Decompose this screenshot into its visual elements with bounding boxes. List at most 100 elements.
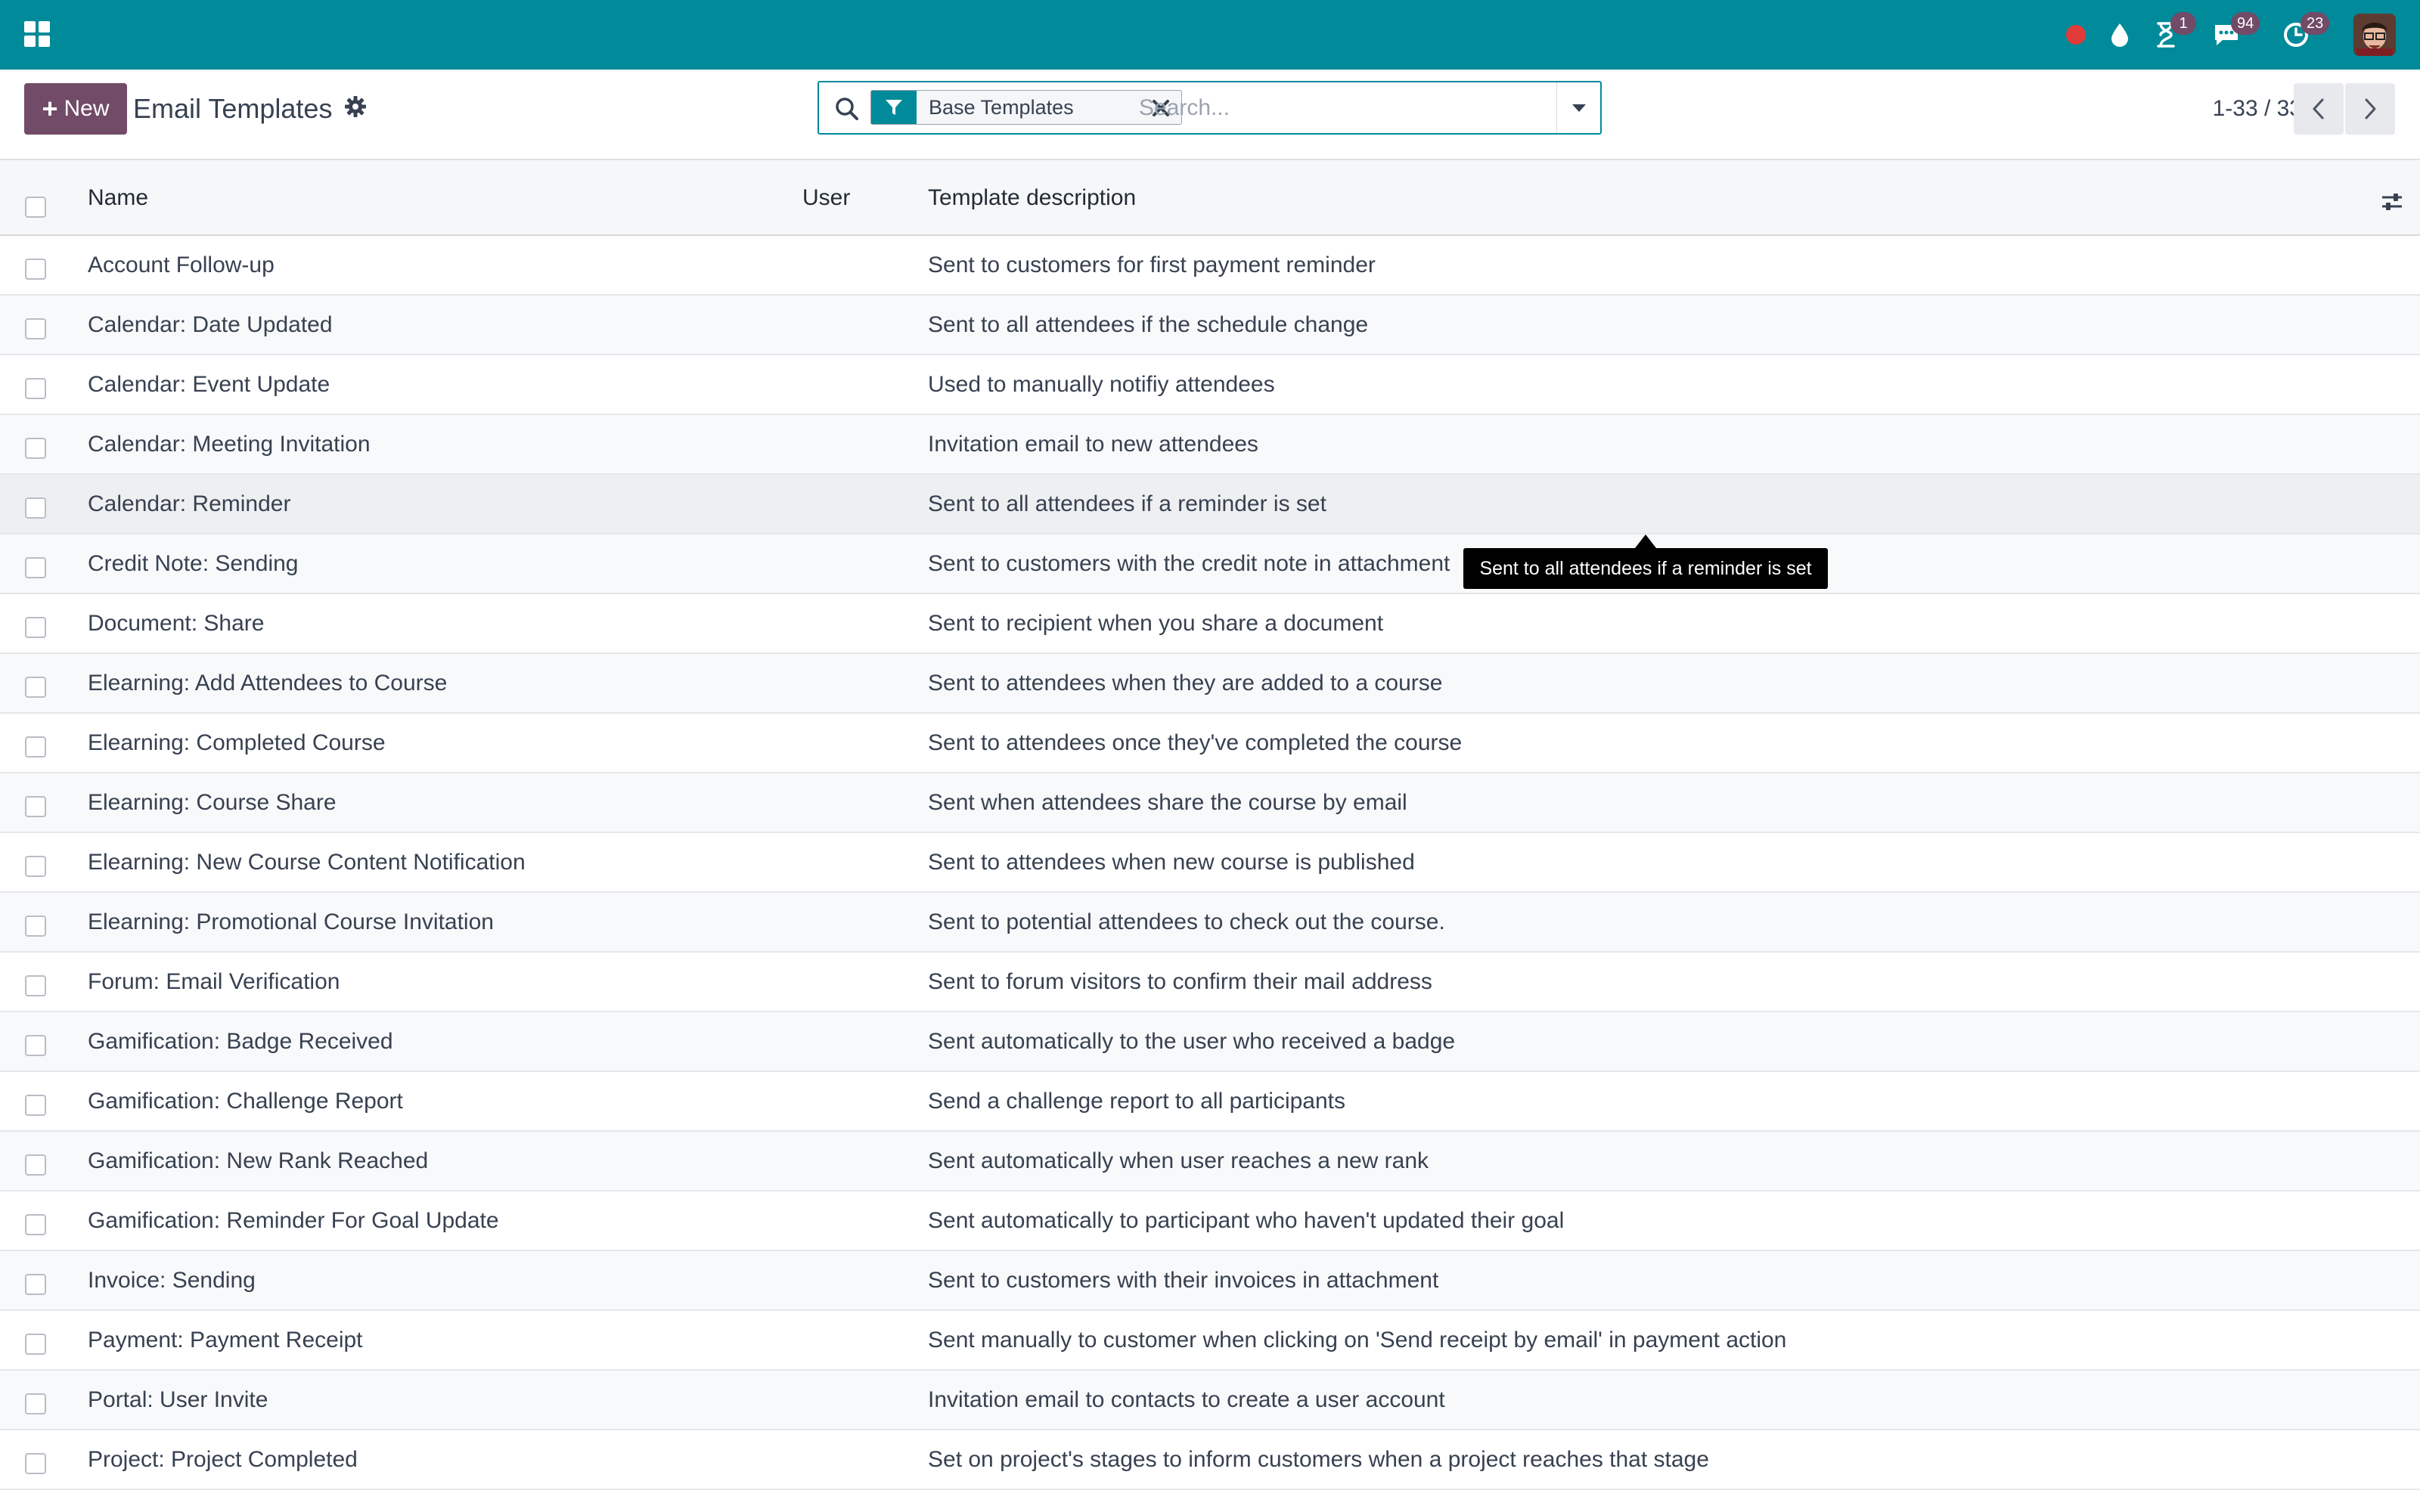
cell-description: Sent to customers with their invoices in…: [928, 1268, 1439, 1293]
cell-description: Set on project's stages to inform custom…: [928, 1447, 1709, 1472]
row-checkbox[interactable]: [25, 617, 46, 638]
messages-icon[interactable]: 94: [2211, 12, 2260, 53]
description-tooltip: Sent to all attendees if a reminder is s…: [1463, 548, 1828, 589]
row-checkbox[interactable]: [25, 1035, 46, 1056]
row-checkbox[interactable]: [25, 438, 46, 459]
column-header-description[interactable]: Template description: [928, 160, 1136, 236]
row-checkbox[interactable]: [25, 1453, 46, 1474]
column-header-user[interactable]: User: [802, 160, 850, 236]
search-input[interactable]: [1130, 82, 1582, 133]
new-button[interactable]: + New: [24, 83, 127, 135]
row-checkbox[interactable]: [25, 1334, 46, 1355]
filter-icon: [871, 91, 917, 124]
row-checkbox[interactable]: [25, 497, 46, 519]
table-row[interactable]: Elearning: Course Share Sent when attende…: [0, 773, 2420, 833]
row-checkbox[interactable]: [25, 975, 46, 996]
droplet-icon[interactable]: [2107, 17, 2133, 53]
cell-description: Sent to recipient when you share a docum…: [928, 611, 1384, 636]
pager-value[interactable]: 1-33 / 33: [2178, 88, 2302, 130]
clock-icon[interactable]: 23: [2281, 12, 2330, 53]
search-icon[interactable]: [834, 96, 860, 122]
row-checkbox[interactable]: [25, 318, 46, 339]
pager-previous-button[interactable]: [2294, 83, 2344, 135]
cell-name: Account Follow-up: [88, 253, 275, 277]
cell-name: Payment: Payment Receipt: [88, 1328, 363, 1352]
row-checkbox[interactable]: [25, 1095, 46, 1116]
table-row[interactable]: Forum: Email Verification Sent to forum v…: [0, 953, 2420, 1012]
cell-name: Gamification: Challenge Report: [88, 1089, 403, 1114]
table-row[interactable]: Gamification: Challenge Report Send a cha…: [0, 1072, 2420, 1132]
row-checkbox[interactable]: [25, 1154, 46, 1176]
cell-description: Sent when attendees share the course by …: [928, 790, 1407, 815]
clock-badge: 23: [2301, 12, 2330, 35]
row-checkbox[interactable]: [25, 677, 46, 698]
table-row[interactable]: Invoice: Sending Sent to customers with t…: [0, 1251, 2420, 1311]
column-header-name[interactable]: Name: [88, 160, 148, 236]
page-title: Email Templates: [133, 93, 333, 124]
cell-description: Sent to forum visitors to confirm their …: [928, 969, 1432, 994]
cell-name: Elearning: Completed Course: [88, 730, 386, 755]
caret-down-icon: [1571, 104, 1586, 112]
cell-name: Calendar: Event Update: [88, 372, 330, 397]
cell-name: Forum: Email Verification: [88, 969, 340, 994]
row-checkbox[interactable]: [25, 856, 46, 877]
row-checkbox[interactable]: [25, 378, 46, 399]
cell-name: Calendar: Meeting Invitation: [88, 432, 371, 457]
messages-badge: 94: [2231, 12, 2260, 35]
gear-icon[interactable]: [344, 95, 367, 118]
table-row[interactable]: Calendar: Reminder Sent to all attendees …: [0, 475, 2420, 534]
row-checkbox[interactable]: [25, 736, 46, 758]
row-checkbox[interactable]: [25, 916, 46, 937]
cell-name: Portal: User Invite: [88, 1387, 268, 1412]
table-row[interactable]: Document: Share Sent to recipient when yo…: [0, 594, 2420, 654]
tooltip-arrow: [1635, 534, 1656, 548]
table-header: Name User Template description: [0, 160, 2420, 236]
row-checkbox[interactable]: [25, 1274, 46, 1295]
select-all-checkbox[interactable]: [25, 197, 46, 218]
row-checkbox[interactable]: [25, 1393, 46, 1414]
cell-description: Sent manually to customer when clicking …: [928, 1328, 1787, 1352]
cell-name: Project: Project Completed: [88, 1447, 358, 1472]
cell-description: Send a challenge report to all participa…: [928, 1089, 1346, 1114]
cell-description: Sent to all attendees if the schedule ch…: [928, 312, 1369, 337]
cell-description: Used to manually notifiy attendees: [928, 372, 1275, 397]
new-button-label: New: [64, 96, 110, 121]
row-checkbox[interactable]: [25, 259, 46, 280]
table-row[interactable]: Gamification: Badge Received Sent automat…: [0, 1012, 2420, 1072]
row-checkbox[interactable]: [25, 796, 46, 817]
table-row[interactable]: Project: Project Completed Set on project…: [0, 1430, 2420, 1490]
avatar[interactable]: [2353, 14, 2396, 56]
table-row[interactable]: Account Follow-up Sent to customers for f…: [0, 236, 2420, 296]
cell-description: Sent automatically to participant who ha…: [928, 1208, 1565, 1233]
activity-icon[interactable]: 1: [2151, 12, 2196, 53]
cell-name: Credit Note: Sending: [88, 551, 299, 576]
table-row[interactable]: Elearning: Completed Course Sent to atten…: [0, 714, 2420, 773]
table-row[interactable]: Calendar: Date Updated Sent to all attend…: [0, 296, 2420, 355]
search-options-toggle[interactable]: [1556, 82, 1600, 133]
cell-description: Sent to attendees once they've completed…: [928, 730, 1463, 755]
table-row[interactable]: Gamification: Reminder For Goal Update Se…: [0, 1191, 2420, 1251]
table-row[interactable]: Elearning: New Course Content Notificati…: [0, 833, 2420, 893]
optional-columns-icon[interactable]: [2381, 191, 2403, 213]
cell-description: Sent to attendees when new course is pub…: [928, 850, 1415, 875]
cell-description: Sent to all attendees if a reminder is s…: [928, 491, 1326, 516]
table-row[interactable]: Gamification: New Rank Reached Sent autom…: [0, 1132, 2420, 1191]
plus-icon: +: [42, 93, 58, 124]
row-checkbox[interactable]: [25, 557, 46, 578]
table-row[interactable]: Calendar: Meeting Invitation Invitation e…: [0, 415, 2420, 475]
cell-description: Sent to potential attendees to check out…: [928, 909, 1445, 934]
recording-indicator[interactable]: [2065, 17, 2087, 53]
chevron-right-icon: [2365, 98, 2376, 119]
apps-menu-icon[interactable]: [24, 21, 50, 47]
table-row[interactable]: Elearning: Add Attendees to Course Sent t…: [0, 654, 2420, 714]
row-checkbox[interactable]: [25, 1214, 46, 1235]
table-row[interactable]: Credit Note: Sending Sent to customers wi…: [0, 534, 2420, 594]
cell-name: Gamification: New Rank Reached: [88, 1148, 429, 1173]
cell-name: Invoice: Sending: [88, 1268, 256, 1293]
table-row[interactable]: Elearning: Promotional Course Invitation…: [0, 893, 2420, 953]
table-row[interactable]: Calendar: Event Update Used to manually n…: [0, 355, 2420, 415]
pager-next-button[interactable]: [2345, 83, 2395, 135]
cell-name: Calendar: Date Updated: [88, 312, 333, 337]
table-row[interactable]: Payment: Payment Receipt Sent manually to…: [0, 1311, 2420, 1371]
table-row[interactable]: Portal: User Invite Invitation email to c…: [0, 1371, 2420, 1430]
